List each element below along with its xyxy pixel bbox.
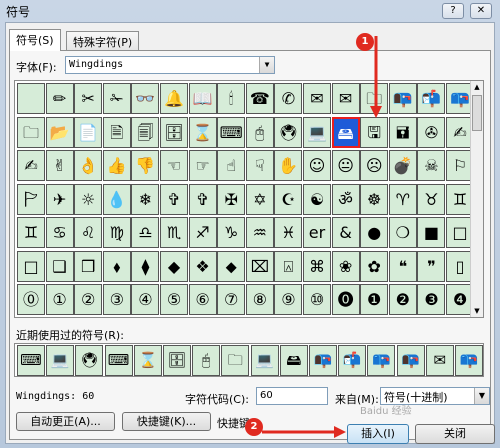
symbol-dialog: 符号 ? ✕ 符号(S) 特殊字符(P) 字体(F): Wingdings ▼ … xyxy=(0,0,500,448)
arrow-head-2 xyxy=(334,426,346,438)
watermark: Baidu 经验 xyxy=(360,406,412,417)
tab-symbols[interactable]: 符号(S) xyxy=(9,29,61,51)
annotation-arrows xyxy=(262,36,382,438)
arrow-head-1 xyxy=(370,106,382,118)
